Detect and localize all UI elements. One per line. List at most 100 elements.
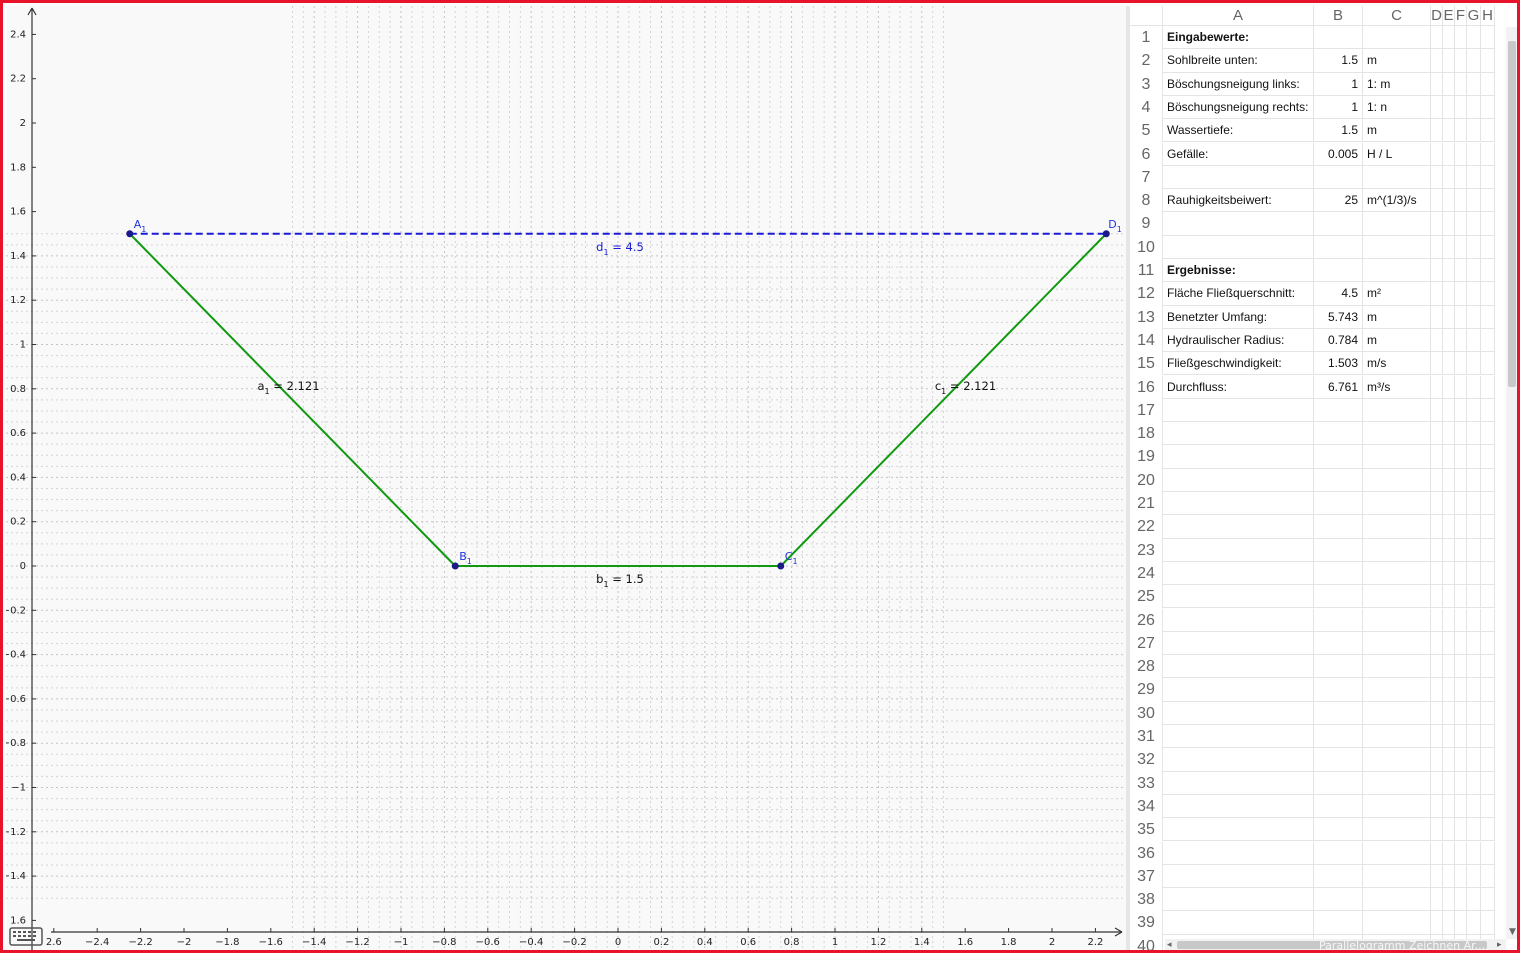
cell-c38[interactable] [1363, 888, 1431, 912]
cell-f31[interactable] [1455, 725, 1467, 749]
cell-a29[interactable] [1163, 678, 1314, 702]
cell-a38[interactable] [1163, 888, 1314, 912]
cell-f37[interactable] [1455, 864, 1467, 889]
point-C1[interactable] [777, 562, 785, 570]
cell-f39[interactable] [1455, 911, 1467, 935]
row-header-35[interactable]: 35 [1130, 818, 1163, 842]
cell-e18[interactable] [1443, 422, 1455, 446]
row-header-37[interactable]: 37 [1130, 864, 1163, 889]
cell-f32[interactable] [1455, 748, 1467, 772]
cell-e23[interactable] [1443, 538, 1455, 562]
cell-g26[interactable] [1467, 608, 1481, 632]
cell-h20[interactable] [1481, 468, 1495, 492]
cell-e20[interactable] [1443, 468, 1455, 492]
cell-d27[interactable] [1431, 631, 1443, 656]
cell-f5[interactable] [1455, 119, 1467, 143]
cell-g21[interactable] [1467, 492, 1481, 516]
row-header-23[interactable]: 23 [1130, 538, 1163, 562]
cell-a28[interactable] [1163, 655, 1314, 679]
cell-a12[interactable]: Fläche Fließquerschnitt: [1163, 282, 1314, 306]
row-header-18[interactable]: 18 [1130, 422, 1163, 446]
cell-d34[interactable] [1431, 794, 1443, 819]
row-header-19[interactable]: 19 [1130, 445, 1163, 469]
cell-a10[interactable] [1163, 235, 1314, 259]
cell-d2[interactable] [1431, 49, 1443, 73]
row-header-15[interactable]: 15 [1130, 352, 1163, 376]
row-header-9[interactable]: 9 [1130, 212, 1163, 236]
cell-a33[interactable] [1163, 771, 1314, 795]
cell-a39[interactable] [1163, 911, 1314, 935]
cell-g38[interactable] [1467, 888, 1481, 912]
cell-h38[interactable] [1481, 888, 1495, 912]
cell-c35[interactable] [1363, 818, 1431, 842]
cell-b5[interactable]: 1.5 [1314, 119, 1363, 143]
cell-b25[interactable] [1314, 585, 1363, 609]
cell-d21[interactable] [1431, 492, 1443, 516]
cell-e24[interactable] [1443, 561, 1455, 586]
row-header-10[interactable]: 10 [1130, 235, 1163, 259]
cell-a9[interactable] [1163, 212, 1314, 236]
cell-h2[interactable] [1481, 49, 1495, 73]
cell-d14[interactable] [1431, 328, 1443, 353]
cell-g6[interactable] [1467, 142, 1481, 166]
cell-g17[interactable] [1467, 398, 1481, 423]
cell-g10[interactable] [1467, 235, 1481, 259]
cell-c17[interactable] [1363, 398, 1431, 423]
cell-h27[interactable] [1481, 631, 1495, 656]
cell-c19[interactable] [1363, 445, 1431, 469]
cell-a19[interactable] [1163, 445, 1314, 469]
cell-c11[interactable] [1363, 259, 1431, 283]
cell-f9[interactable] [1455, 212, 1467, 236]
cell-e5[interactable] [1443, 119, 1455, 143]
cell-f25[interactable] [1455, 585, 1467, 609]
cell-a1[interactable]: Eingabewerte: [1163, 26, 1314, 50]
row-header-7[interactable]: 7 [1130, 165, 1163, 190]
cell-b33[interactable] [1314, 771, 1363, 795]
cell-h13[interactable] [1481, 305, 1495, 329]
cell-b10[interactable] [1314, 235, 1363, 259]
cell-g4[interactable] [1467, 95, 1481, 120]
cell-c15[interactable]: m/s [1363, 352, 1431, 376]
cell-e4[interactable] [1443, 95, 1455, 120]
cell-h15[interactable] [1481, 352, 1495, 376]
row-header-40[interactable]: 40 [1130, 934, 1163, 950]
cell-d30[interactable] [1431, 701, 1443, 725]
cell-d32[interactable] [1431, 748, 1443, 772]
cell-a37[interactable] [1163, 864, 1314, 889]
cell-f14[interactable] [1455, 328, 1467, 353]
row-header-26[interactable]: 26 [1130, 608, 1163, 632]
row-header-20[interactable]: 20 [1130, 468, 1163, 492]
cell-a11[interactable]: Ergebnisse: [1163, 259, 1314, 283]
cell-d6[interactable] [1431, 142, 1443, 166]
cell-h26[interactable] [1481, 608, 1495, 632]
cell-c2[interactable]: m [1363, 49, 1431, 73]
cell-h1[interactable] [1481, 26, 1495, 50]
row-header-3[interactable]: 3 [1130, 72, 1163, 96]
cell-b2[interactable]: 1.5 [1314, 49, 1363, 73]
cell-f33[interactable] [1455, 771, 1467, 795]
cell-g35[interactable] [1467, 818, 1481, 842]
cell-a18[interactable] [1163, 422, 1314, 446]
cell-h29[interactable] [1481, 678, 1495, 702]
cell-g27[interactable] [1467, 631, 1481, 656]
cell-c13[interactable]: m [1363, 305, 1431, 329]
cell-b4[interactable]: 1 [1314, 95, 1363, 120]
cell-g12[interactable] [1467, 282, 1481, 306]
cell-b13[interactable]: 5.743 [1314, 305, 1363, 329]
row-header-17[interactable]: 17 [1130, 398, 1163, 423]
row-header-28[interactable]: 28 [1130, 655, 1163, 679]
cell-d18[interactable] [1431, 422, 1443, 446]
cell-f19[interactable] [1455, 445, 1467, 469]
cell-h10[interactable] [1481, 235, 1495, 259]
cell-d1[interactable] [1431, 26, 1443, 50]
row-header-34[interactable]: 34 [1130, 794, 1163, 819]
cell-f3[interactable] [1455, 72, 1467, 96]
cell-f7[interactable] [1455, 165, 1467, 190]
cell-d20[interactable] [1431, 468, 1443, 492]
cell-f1[interactable] [1455, 26, 1467, 50]
spreadsheet-view[interactable]: A B C D E F G H 1 Eingabewerte: 2 Sohlbreite unten:… [1130, 6, 1517, 950]
cell-a16[interactable]: Durchfluss: [1163, 375, 1314, 399]
cell-g1[interactable] [1467, 26, 1481, 50]
cell-e7[interactable] [1443, 165, 1455, 190]
cell-c18[interactable] [1363, 422, 1431, 446]
